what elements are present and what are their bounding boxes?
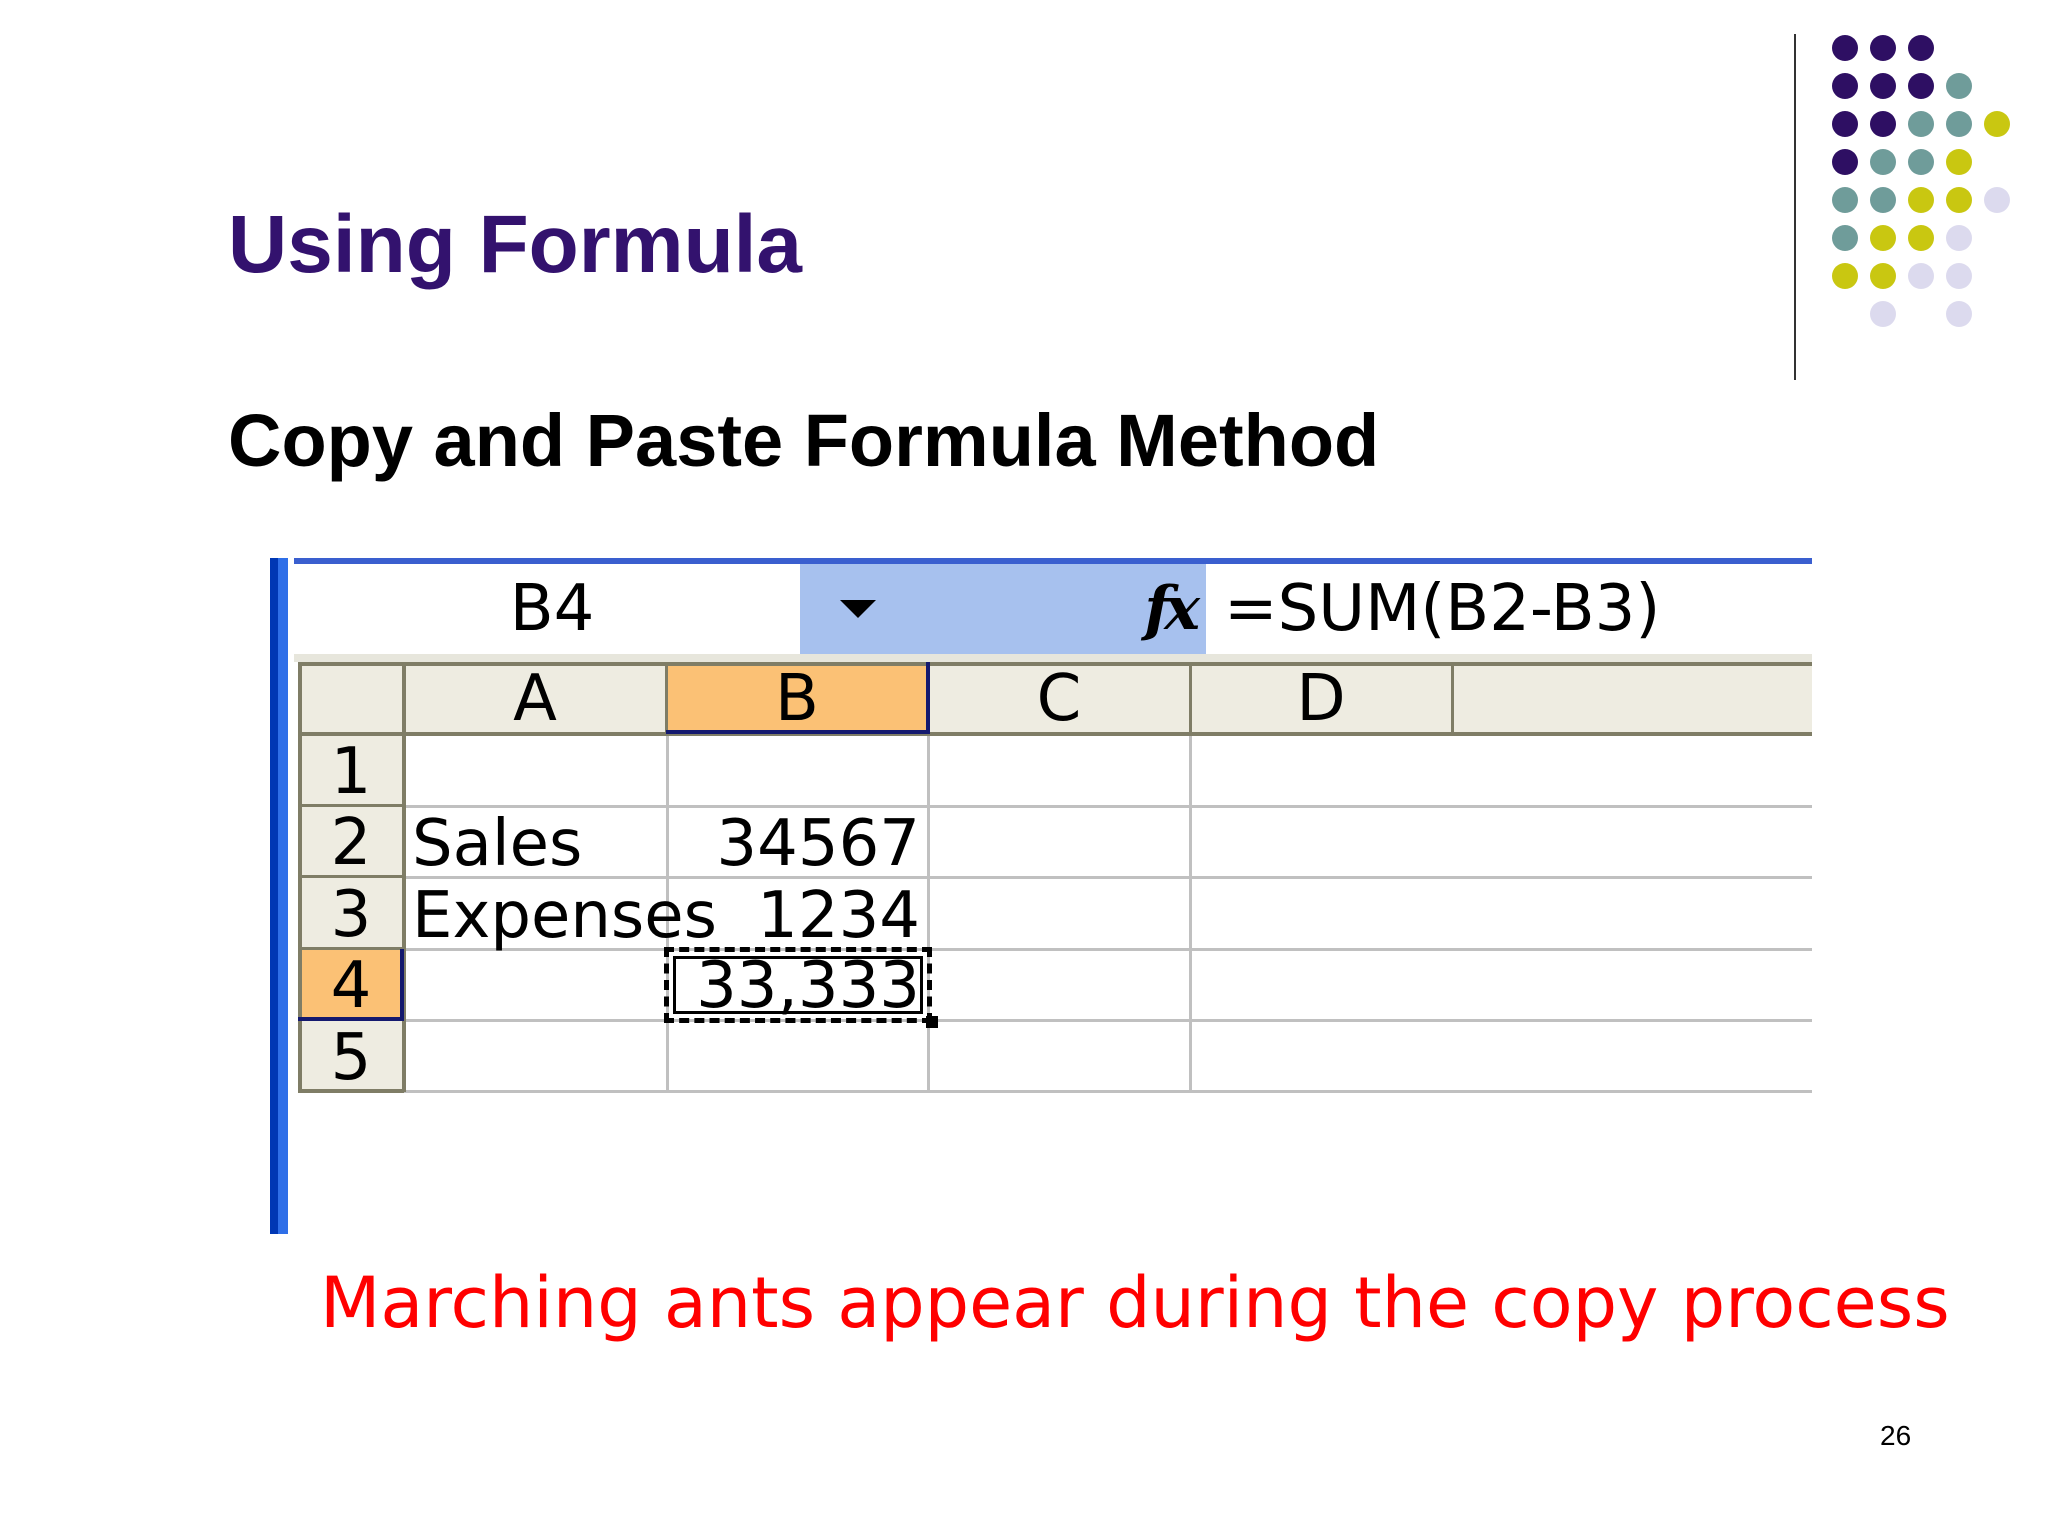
cell-b2[interactable]: 34567	[670, 806, 920, 881]
header-border	[665, 662, 668, 734]
decorative-dot	[1946, 263, 1972, 289]
decorative-dot	[1946, 187, 1972, 213]
insert-function-icon[interactable]: fx	[1144, 564, 1200, 654]
formula-bar-separator	[294, 654, 1812, 662]
decorative-dot	[1870, 149, 1896, 175]
selected-row-indicator	[298, 1017, 404, 1021]
header-border	[298, 947, 404, 950]
page-number: 26	[1880, 1420, 1912, 1451]
decorative-dot	[1946, 225, 1972, 251]
header-border	[1451, 662, 1454, 734]
cell-b3[interactable]: 1234	[670, 877, 920, 953]
cell-a2[interactable]: Sales	[412, 806, 662, 881]
decorative-dot	[1870, 187, 1896, 213]
decorative-dot	[1946, 149, 1972, 175]
header-border	[298, 875, 404, 878]
decorative-dot	[1908, 73, 1934, 99]
decorative-dot	[1908, 225, 1934, 251]
fill-handle[interactable]	[926, 1016, 938, 1028]
column-header-d[interactable]: D	[1190, 662, 1452, 736]
decorative-dot	[1832, 225, 1858, 251]
decorative-dot	[1984, 187, 2010, 213]
cell-a3[interactable]: Expenses	[412, 877, 717, 953]
header-border	[298, 732, 1812, 736]
decorative-dot	[1832, 149, 1858, 175]
decorative-dot	[1908, 149, 1934, 175]
row-header-2[interactable]: 2	[298, 806, 404, 880]
row-header-5[interactable]: 5	[298, 1020, 404, 1095]
formula-input[interactable]: =SUM(B2-B3)	[1224, 564, 1660, 654]
gridline	[404, 1019, 1812, 1022]
spreadsheet-screenshot: B4 fx =SUM(B2-B3) A B C D 1 2 3 4 5 Sale…	[270, 558, 1812, 1234]
row-header-4[interactable]: 4	[298, 949, 404, 1023]
column-header-a[interactable]: A	[404, 662, 666, 736]
header-border	[298, 1089, 404, 1093]
decorative-dot	[1832, 187, 1858, 213]
decorative-dot	[1946, 301, 1972, 327]
decorative-dot	[1832, 263, 1858, 289]
decorative-dot	[1870, 301, 1896, 327]
header-border	[298, 804, 404, 807]
header-border	[1189, 662, 1192, 734]
decorative-dot	[1870, 263, 1896, 289]
decorative-dot	[1908, 35, 1934, 61]
copy-marquee	[664, 947, 932, 1023]
window-edge	[270, 558, 294, 1234]
decorative-dot	[1832, 73, 1858, 99]
gridline	[927, 734, 930, 1092]
selected-row-indicator	[400, 949, 404, 1020]
row-header-3[interactable]: 3	[298, 877, 404, 952]
decorative-dot	[1832, 111, 1858, 137]
name-box-dropdown[interactable]: fx	[800, 564, 1206, 654]
select-all-corner[interactable]	[298, 662, 404, 734]
formula-bar: B4 fx =SUM(B2-B3)	[294, 564, 1812, 654]
gridline	[1189, 734, 1192, 1092]
name-box-value: B4	[509, 572, 595, 646]
decorative-dot	[1870, 73, 1896, 99]
decorative-dot	[1870, 225, 1896, 251]
decorative-dot	[1946, 111, 1972, 137]
decorative-dot	[1870, 35, 1896, 61]
decorative-dot	[1908, 187, 1934, 213]
gridline	[404, 1090, 1812, 1093]
column-header-b[interactable]: B	[666, 662, 928, 736]
decorative-dot	[1908, 263, 1934, 289]
decorative-dot-grid	[1832, 35, 2010, 327]
slide-subtitle: Copy and Paste Formula Method	[228, 399, 1380, 482]
decorative-dot	[1946, 73, 1972, 99]
row-header-1[interactable]: 1	[298, 734, 404, 809]
column-header-partial[interactable]	[1452, 662, 1812, 734]
decorative-dot	[1870, 111, 1896, 137]
decorative-dot	[1984, 111, 2010, 137]
decorative-dot	[1908, 111, 1934, 137]
chevron-down-icon[interactable]	[840, 600, 876, 618]
header-border	[298, 662, 1812, 666]
column-header-c[interactable]: C	[928, 662, 1190, 736]
caption-marching-ants: Marching ants appear during the copy pro…	[320, 1262, 1950, 1344]
decorative-dot	[1832, 35, 1858, 61]
name-box[interactable]: B4	[304, 564, 800, 654]
selected-column-indicator	[666, 730, 930, 734]
selected-column-indicator	[926, 662, 930, 734]
